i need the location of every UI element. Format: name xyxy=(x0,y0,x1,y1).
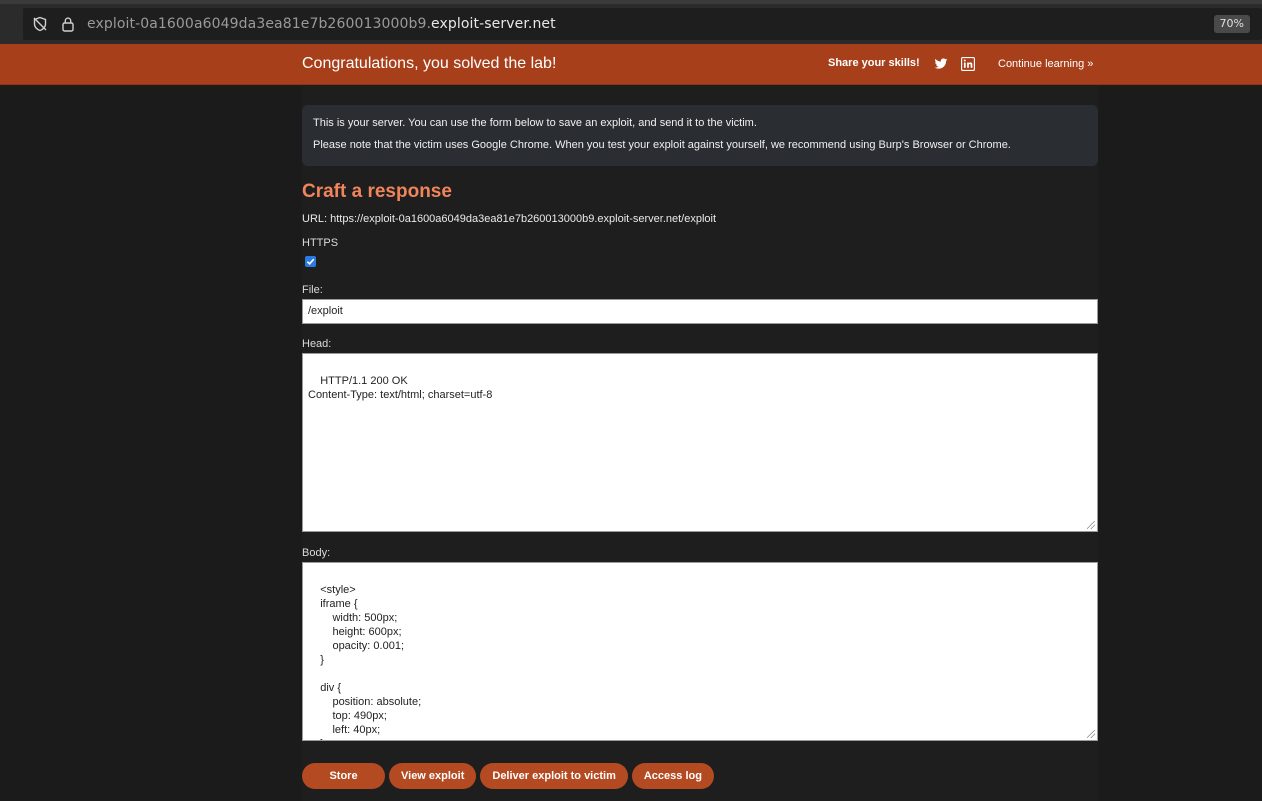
continue-learning-link[interactable]: Continue learning » xyxy=(998,58,1093,70)
continue-learning-label: Continue learning xyxy=(998,58,1085,70)
head-textarea[interactable]: HTTP/1.1 200 OK Content-Type: text/html;… xyxy=(302,353,1098,532)
url-host: exploit-server.net xyxy=(431,16,556,32)
file-label: File: xyxy=(302,284,323,296)
tracking-protection-icon[interactable] xyxy=(31,15,49,33)
deliver-exploit-button[interactable]: Deliver exploit to victim xyxy=(480,763,628,789)
browser-toolbar: exploit-0a1600a6049da3ea81e7b260013000b9… xyxy=(0,4,1262,44)
page-title: Craft a response xyxy=(302,181,452,202)
resize-grip-icon[interactable] xyxy=(1087,521,1095,529)
access-log-button[interactable]: Access log xyxy=(631,763,714,789)
double-chevron-right-icon: » xyxy=(1087,58,1094,70)
body-textarea-content: <style> iframe { width: 500px; height: 6… xyxy=(320,584,422,740)
head-textarea-content: HTTP/1.1 200 OK Content-Type: text/html;… xyxy=(308,375,493,401)
checkmark-icon xyxy=(306,258,315,266)
exploit-url: URL: https://exploit-0a1600a6049da3ea81e… xyxy=(302,213,717,225)
solved-banner: Congratulations, you solved the lab! Sha… xyxy=(0,44,1262,85)
linkedin-icon[interactable] xyxy=(961,57,975,71)
head-label: Head: xyxy=(302,338,332,350)
zoom-level-badge[interactable]: 70% xyxy=(1213,15,1250,33)
file-input[interactable]: /exploit xyxy=(302,299,1098,324)
right-gutter xyxy=(1098,86,1262,801)
share-label: Share your skills! xyxy=(828,57,920,69)
notice-line-1: This is your server. You can use the for… xyxy=(313,117,757,129)
url-text[interactable]: exploit-0a1600a6049da3ea81e7b260013000b9… xyxy=(87,16,556,32)
exploit-server-main: This is your server. You can use the for… xyxy=(302,86,1098,801)
address-bar[interactable]: exploit-0a1600a6049da3ea81e7b260013000b9… xyxy=(23,8,1262,40)
form-actions: Store View exploit Deliver exploit to vi… xyxy=(302,763,714,789)
banner-title: Congratulations, you solved the lab! xyxy=(302,55,557,72)
lock-icon[interactable] xyxy=(59,15,77,33)
body-label: Body: xyxy=(302,547,331,559)
view-exploit-button[interactable]: View exploit xyxy=(389,763,477,789)
notice-line-2: Please note that the victim uses Google … xyxy=(313,139,1011,151)
left-gutter xyxy=(0,86,302,801)
store-button[interactable]: Store xyxy=(302,763,385,789)
https-checkbox[interactable] xyxy=(305,256,316,267)
body-textarea[interactable]: <style> iframe { width: 500px; height: 6… xyxy=(302,562,1098,741)
resize-grip-icon[interactable] xyxy=(1087,730,1095,738)
twitter-icon[interactable] xyxy=(934,57,948,71)
url-prefix: exploit-0a1600a6049da3ea81e7b260013000b9… xyxy=(87,16,432,32)
https-label: HTTPS xyxy=(302,237,339,249)
server-notice: This is your server. You can use the for… xyxy=(302,105,1098,166)
